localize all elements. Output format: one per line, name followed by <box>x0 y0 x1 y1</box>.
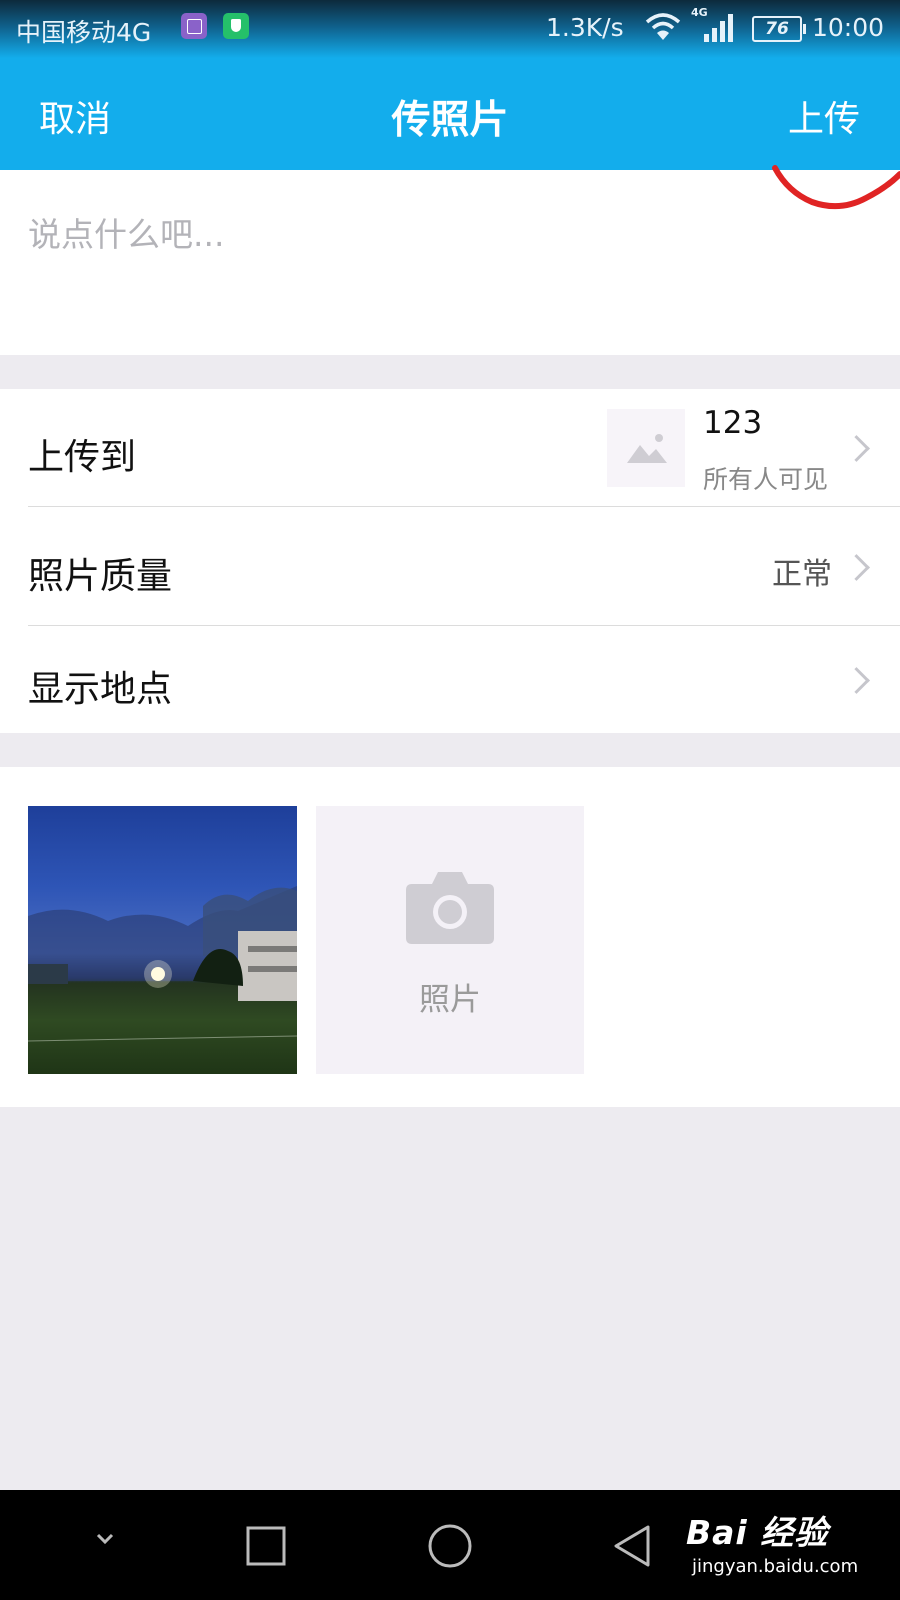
battery-icon: 76 <box>752 16 806 42</box>
show-location-label: 显示地点 <box>28 669 173 710</box>
photo-grid: 照片 <box>0 767 900 1107</box>
shield-icon <box>223 13 249 39</box>
recent-apps-icon[interactable] <box>246 1526 286 1566</box>
watermark-url: jingyan.baidu.com <box>692 1556 859 1577</box>
compose-area <box>0 170 900 355</box>
wifi-icon <box>645 13 681 40</box>
nav-bar: 取消 传照片 上传 <box>0 58 900 170</box>
show-location-row[interactable]: 显示地点 <box>0 626 900 733</box>
chevron-right-icon <box>843 435 870 462</box>
album-visibility: 所有人可见 <box>703 465 829 494</box>
watermark-brand: Bai 经验 <box>686 1513 829 1552</box>
upload-button[interactable]: 上传 <box>788 90 860 142</box>
photo-quality-row[interactable]: 照片质量 正常 <box>0 507 900 626</box>
camera-icon <box>406 872 494 944</box>
caption-input[interactable] <box>26 206 870 330</box>
carrier-label: 中国移动4G <box>16 18 152 47</box>
photo-quality-value: 正常 <box>772 557 832 592</box>
status-bar: 中国移动4G 1.3K/s 4G 76 10:00 <box>0 0 900 58</box>
baidu-watermark: Bai 经验 jingyan.baidu.com <box>686 1506 858 1577</box>
home-icon[interactable] <box>427 1523 473 1569</box>
settings-list: 上传到 123 所有人可见 照片质量 正常 显示地点 <box>0 389 900 733</box>
network-speed: 1.3K/s <box>546 13 624 42</box>
image-placeholder-icon <box>627 434 667 463</box>
chevron-right-icon <box>843 667 870 694</box>
album-name: 123 <box>703 405 763 441</box>
selected-photo-thumbnail[interactable] <box>28 806 297 1074</box>
clock: 10:00 <box>812 13 885 42</box>
back-icon[interactable] <box>612 1524 652 1568</box>
upload-to-row[interactable]: 上传到 123 所有人可见 <box>0 389 900 507</box>
album-thumbnail <box>607 409 685 487</box>
photo-quality-label: 照片质量 <box>28 556 173 597</box>
add-photo-button[interactable]: 照片 <box>316 806 584 1074</box>
chevron-right-icon <box>843 554 870 581</box>
page-title: 传照片 <box>391 98 509 143</box>
system-nav-bar: Bai 经验 jingyan.baidu.com <box>0 1490 900 1600</box>
gallery-icon <box>181 13 207 39</box>
photo-scene <box>28 886 297 1042</box>
add-photo-label: 照片 <box>419 982 481 1018</box>
annotation-mark <box>772 165 900 210</box>
hide-keyboard-icon[interactable] <box>94 1532 116 1546</box>
signal-icon <box>702 14 736 42</box>
upload-to-label: 上传到 <box>28 437 137 478</box>
